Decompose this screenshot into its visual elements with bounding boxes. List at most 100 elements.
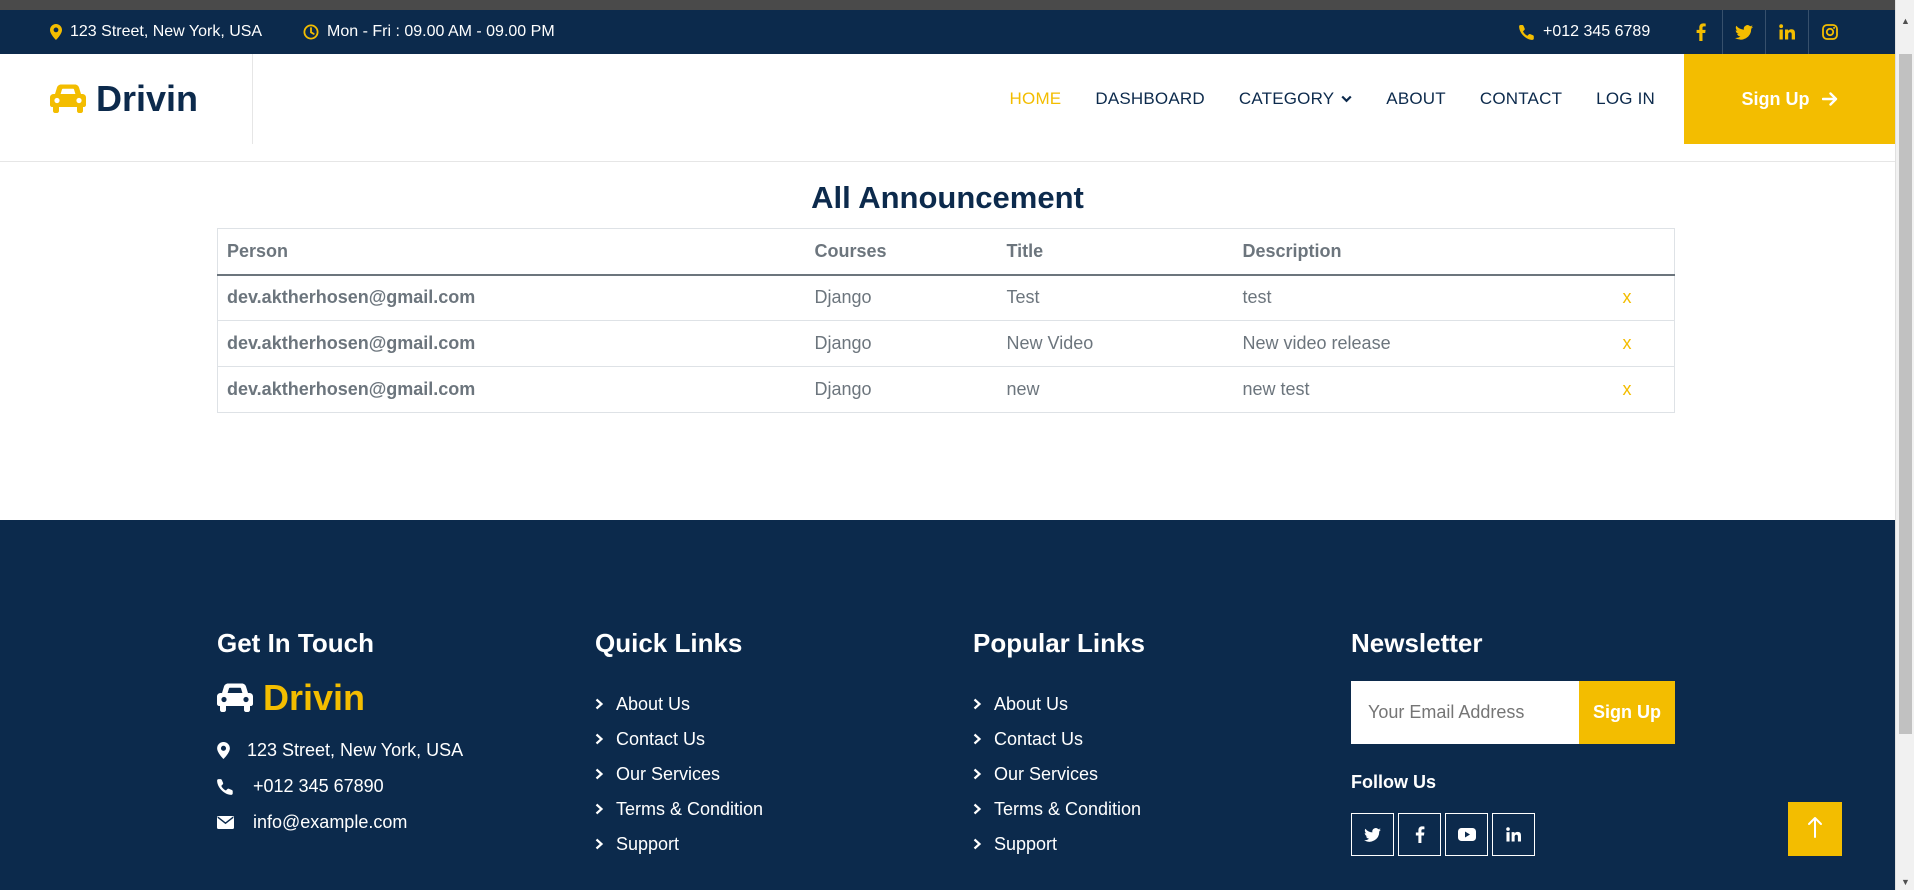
linkedin-icon[interactable] [1492,813,1535,856]
col-header-action [1613,228,1675,276]
chevron-right-icon [595,803,616,815]
col-header-person: Person [217,228,806,276]
popular-link-services[interactable]: Our Services [973,763,1145,785]
phone-icon [217,778,253,795]
chevron-right-icon [595,768,616,780]
footer-popular-links: Popular Links About Us Contact Us Our Se… [973,628,1145,868]
nav-home[interactable]: HOME [1010,89,1062,109]
delete-link[interactable]: x [1613,274,1675,321]
chevron-right-icon [595,698,616,710]
newsletter-email-input[interactable] [1351,681,1579,744]
quick-link-support[interactable]: Support [595,833,763,855]
delete-link[interactable]: x [1613,366,1675,413]
footer-newsletter: Newsletter Sign Up Follow Us [1351,628,1675,856]
footer-heading-get-in-touch: Get In Touch [217,628,374,658]
navbar: Drivin HOME DASHBOARD CATEGORY ABOUT CON… [0,54,1895,162]
popular-link-label: Our Services [994,763,1099,784]
cell-course: Django [805,274,998,321]
youtube-icon[interactable] [1445,813,1488,856]
footer-email-text: info@example.com [253,811,408,832]
linkedin-icon[interactable] [1765,10,1808,54]
twitter-icon[interactable] [1722,10,1765,54]
facebook-icon[interactable] [1398,813,1441,856]
arrow-up-icon [1807,813,1823,845]
footer-address: 123 Street, New York, USA [217,739,463,761]
topbar-address: 123 Street, New York, USA [50,10,262,54]
back-to-top-button[interactable] [1788,802,1842,856]
nav-login[interactable]: LOG IN [1596,89,1655,109]
chevron-right-icon [595,838,616,850]
popular-link-about[interactable]: About Us [973,693,1145,715]
footer-heading-quick-links: Quick Links [595,628,743,658]
nav-contact[interactable]: CONTACT [1480,89,1562,109]
quick-link-label: About Us [616,693,691,714]
cell-course: Django [805,320,998,367]
table-row: dev.aktherhosen@gmail.com Django Test te… [217,274,1675,321]
scrollbar-thumb[interactable] [1899,54,1912,734]
topbar-phone: +012 345 6789 [1519,10,1650,54]
map-marker-icon [50,24,62,40]
cell-person: dev.aktherhosen@gmail.com [217,320,806,367]
footer: Get In Touch Drivin 123 Street, New York… [0,520,1895,890]
table-header-row: Person Courses Title Description [217,228,1675,276]
browser-top-strip [0,0,1914,10]
quick-link-services[interactable]: Our Services [595,763,763,785]
quick-link-label: Terms & Condition [616,798,764,819]
newsletter-form: Sign Up [1351,681,1675,744]
topbar: 123 Street, New York, USA Mon - Fri : 09… [0,10,1895,54]
footer-get-in-touch: Get In Touch Drivin 123 Street, New York… [217,628,463,847]
popular-link-contact[interactable]: Contact Us [973,728,1145,750]
topbar-phone-text: +012 345 6789 [1543,23,1651,40]
cell-title: Test [997,274,1234,321]
quick-link-about[interactable]: About Us [595,693,763,715]
col-header-title: Title [997,228,1234,276]
popular-link-label: Support [994,833,1058,854]
topbar-hours: Mon - Fri : 09.00 AM - 09.00 PM [303,10,555,54]
follow-us-label: Follow Us [1351,772,1436,792]
col-header-description: Description [1233,228,1614,276]
delete-link[interactable]: x [1613,320,1675,367]
scroll-down-arrow-icon[interactable]: ▼ [1896,873,1914,890]
map-marker-icon [217,741,247,759]
quick-link-contact[interactable]: Contact Us [595,728,763,750]
instagram-icon[interactable] [1808,10,1851,54]
nav-about[interactable]: ABOUT [1386,89,1446,109]
col-header-courses: Courses [805,228,998,276]
page-scrollbar[interactable]: ▲ ▼ [1895,0,1914,890]
footer-brand-name: Drivin [263,677,366,718]
topbar-social [1679,10,1851,54]
cell-title: New Video [997,320,1234,367]
page-title: All Announcement [811,180,1084,215]
popular-link-support[interactable]: Support [973,833,1145,855]
brand-name: Drivin [96,78,199,119]
nav-category-label: CATEGORY [1238,89,1335,108]
popular-link-label: Contact Us [994,728,1084,749]
twitter-icon[interactable] [1351,813,1394,856]
newsletter-signup-button[interactable]: Sign Up [1579,681,1675,744]
nav-dashboard[interactable]: DASHBOARD [1095,89,1205,109]
topbar-address-text: 123 Street, New York, USA [70,23,263,40]
brand-logo[interactable]: Drivin [50,54,253,144]
popular-link-label: About Us [994,693,1069,714]
quick-link-label: Support [616,833,680,854]
popular-link-terms[interactable]: Terms & Condition [973,798,1145,820]
cell-description: New video release [1233,320,1614,367]
signup-button-label: Sign Up [1741,88,1810,109]
signup-button[interactable]: Sign Up [1684,54,1895,144]
footer-social [1351,813,1675,856]
quick-link-label: Our Services [616,763,721,784]
car-icon [217,683,253,713]
chevron-right-icon [973,733,994,745]
quick-link-label: Contact Us [616,728,706,749]
table-row: dev.aktherhosen@gmail.com Django new new… [217,366,1675,413]
arrow-right-icon [1821,92,1838,106]
cell-description: test [1233,274,1614,321]
footer-phone-text: +012 345 67890 [253,775,384,796]
quick-link-terms[interactable]: Terms & Condition [595,798,763,820]
facebook-icon[interactable] [1679,10,1722,54]
scroll-up-arrow-icon[interactable]: ▲ [1896,12,1914,29]
car-icon [50,84,86,114]
nav-category[interactable]: CATEGORY [1239,89,1352,109]
cell-title: new [997,366,1234,413]
footer-email: info@example.com [217,811,463,833]
